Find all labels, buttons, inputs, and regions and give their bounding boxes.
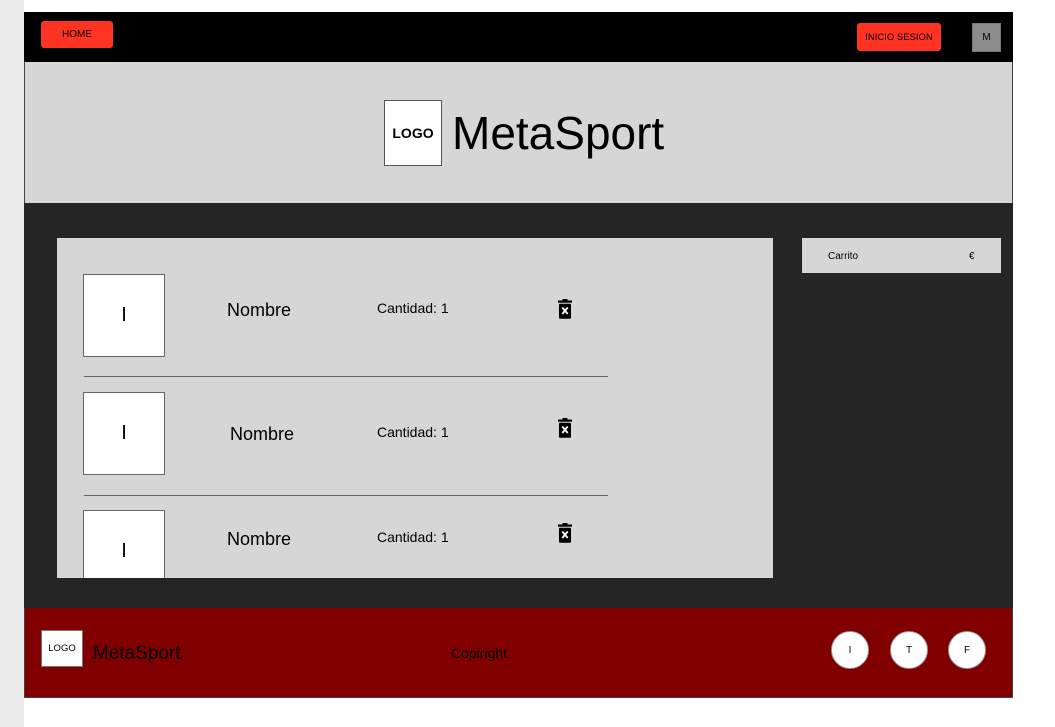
trash-icon[interactable] [557, 418, 573, 438]
item-divider [84, 495, 608, 496]
product-name: Nombre [227, 529, 292, 549]
product-image: I [83, 392, 165, 475]
trash-icon[interactable] [557, 299, 573, 319]
product-image: I [83, 510, 165, 578]
page-frame: HOME INICIO SESION M LOGO MetaSport I No… [24, 12, 1013, 698]
menu-button[interactable]: M [972, 23, 1001, 52]
footer-logo[interactable]: LOGO [41, 630, 83, 667]
social-twitter-button[interactable]: T [890, 631, 928, 669]
login-button[interactable]: INICIO SESION [857, 23, 941, 51]
site-footer: LOGO MetaSport Copiright I T F [24, 608, 1013, 698]
home-button[interactable]: HOME [41, 21, 113, 48]
product-quantity: Cantidad: 1 [377, 424, 449, 440]
main-content: I Nombre Cantidad: 1 I Nombre Cantidad: … [24, 203, 1013, 608]
product-image: I [83, 274, 165, 357]
item-divider [84, 376, 608, 377]
site-header: LOGO MetaSport [24, 62, 1013, 203]
social-facebook-button[interactable]: F [948, 631, 986, 669]
product-name: Nombre [227, 300, 292, 320]
cart-item: I Nombre Cantidad: 1 [57, 510, 773, 578]
product-quantity: Cantidad: 1 [377, 529, 449, 545]
top-navbar: HOME INICIO SESION M [24, 12, 1013, 62]
left-margin-strip [0, 0, 24, 727]
cart-item: I Nombre Cantidad: 1 [57, 392, 773, 492]
footer-brand: MetaSport [93, 643, 181, 664]
site-title: MetaSport [452, 107, 665, 159]
cart-item: I Nombre Cantidad: 1 [57, 274, 773, 374]
product-quantity: Cantidad: 1 [377, 300, 449, 316]
header-logo[interactable]: LOGO [384, 100, 442, 166]
copyright-text: Copiright [451, 645, 508, 661]
cart-label: Carrito [828, 251, 859, 262]
cart-summary[interactable]: Carrito € [802, 238, 1001, 273]
social-instagram-button[interactable]: I [831, 631, 869, 669]
trash-icon[interactable] [557, 523, 573, 543]
cart-total-currency: € [969, 251, 975, 262]
cart-items-panel: I Nombre Cantidad: 1 I Nombre Cantidad: … [57, 238, 773, 578]
product-name: Nombre [230, 424, 295, 444]
